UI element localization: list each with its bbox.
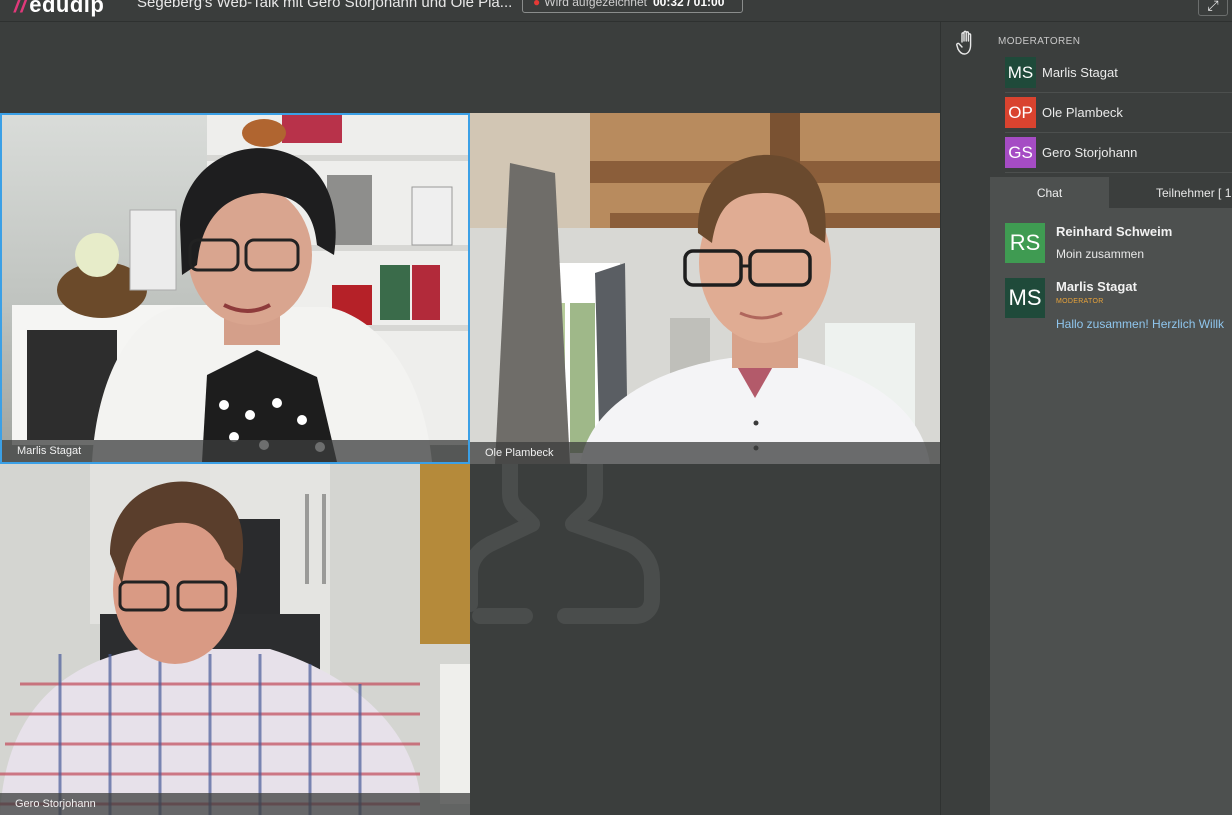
video-feed — [470, 113, 940, 464]
sidebar: MODERATOREN MS Marlis Stagat OP Ole Plam… — [990, 22, 1232, 815]
message-text: Hallo zusammen! Herzlich Willk — [1056, 317, 1225, 331]
chat-message: MS Marlis Stagat MODERATOR Hallo zusamme… — [1005, 278, 1232, 334]
moderator-name: Marlis Stagat — [1042, 65, 1118, 80]
recording-status: ● Wird aufgezeichnet 00:32 / 01:00 — [522, 0, 743, 13]
raise-hand-icon[interactable] — [956, 30, 978, 56]
top-bar: //edudip Segeberg's Web-Talk mit Gero St… — [0, 0, 1232, 22]
sidebar-tabs: Chat Teilnehmer [ 1 — [990, 177, 1232, 208]
video-feed — [0, 464, 470, 815]
tab-participants[interactable]: Teilnehmer [ 1 — [1109, 177, 1232, 208]
avatar: OP — [1005, 97, 1036, 128]
side-rail — [940, 22, 990, 815]
video-feed — [12, 115, 468, 462]
video-name-label: Ole Plambeck — [470, 442, 940, 464]
moderator-item[interactable]: OP Ole Plambeck — [1005, 93, 1232, 133]
message-author: Reinhard Schweim — [1056, 224, 1173, 239]
moderator-list: MS Marlis Stagat OP Ole Plambeck GS Gero… — [1005, 53, 1232, 173]
avatar: GS — [1005, 137, 1036, 168]
fullscreen-icon[interactable]: ⤢ — [1198, 0, 1228, 16]
chat-message: RS Reinhard Schweim Moin zusammen — [1005, 223, 1232, 265]
moderator-name: Gero Storjohann — [1042, 145, 1138, 160]
video-stage: Marlis Stagat Ole Plambeck Gero Storjoha… — [0, 22, 940, 815]
recording-dot-icon: ● — [533, 0, 541, 9]
moderator-name: Ole Plambeck — [1042, 105, 1123, 120]
chat-panel: RS Reinhard Schweim Moin zusammen MS Mar… — [990, 208, 1232, 815]
moderator-item[interactable]: GS Gero Storjohann — [1005, 133, 1232, 173]
message-text: Moin zusammen — [1056, 247, 1145, 261]
edudip-logo[interactable]: //edudip — [14, 0, 104, 18]
recording-label: Wird aufgezeichnet — [544, 0, 647, 9]
recording-time: 00:32 / 01:00 — [652, 0, 725, 9]
moderators-heading: MODERATOREN — [998, 36, 1081, 47]
video-tile-marlis[interactable]: Marlis Stagat — [0, 113, 470, 464]
moderator-item[interactable]: MS Marlis Stagat — [1005, 53, 1232, 93]
avatar: RS — [1005, 223, 1045, 263]
moderator-badge: MODERATOR — [1056, 298, 1104, 305]
message-author: Marlis Stagat — [1056, 279, 1137, 294]
avatar: MS — [1005, 278, 1045, 318]
tab-chat[interactable]: Chat — [990, 177, 1109, 208]
user-placeholder-icon — [470, 464, 660, 624]
video-tile-ole[interactable]: Ole Plambeck — [470, 113, 940, 464]
meeting-title: Segeberg's Web-Talk mit Gero Storjohann … — [137, 0, 513, 11]
avatar: MS — [1005, 57, 1036, 88]
video-name-label: Marlis Stagat — [2, 440, 468, 462]
video-name-label: Gero Storjohann — [0, 793, 470, 815]
video-tile-gero[interactable]: Gero Storjohann — [0, 464, 470, 815]
empty-video-slot — [470, 464, 940, 815]
